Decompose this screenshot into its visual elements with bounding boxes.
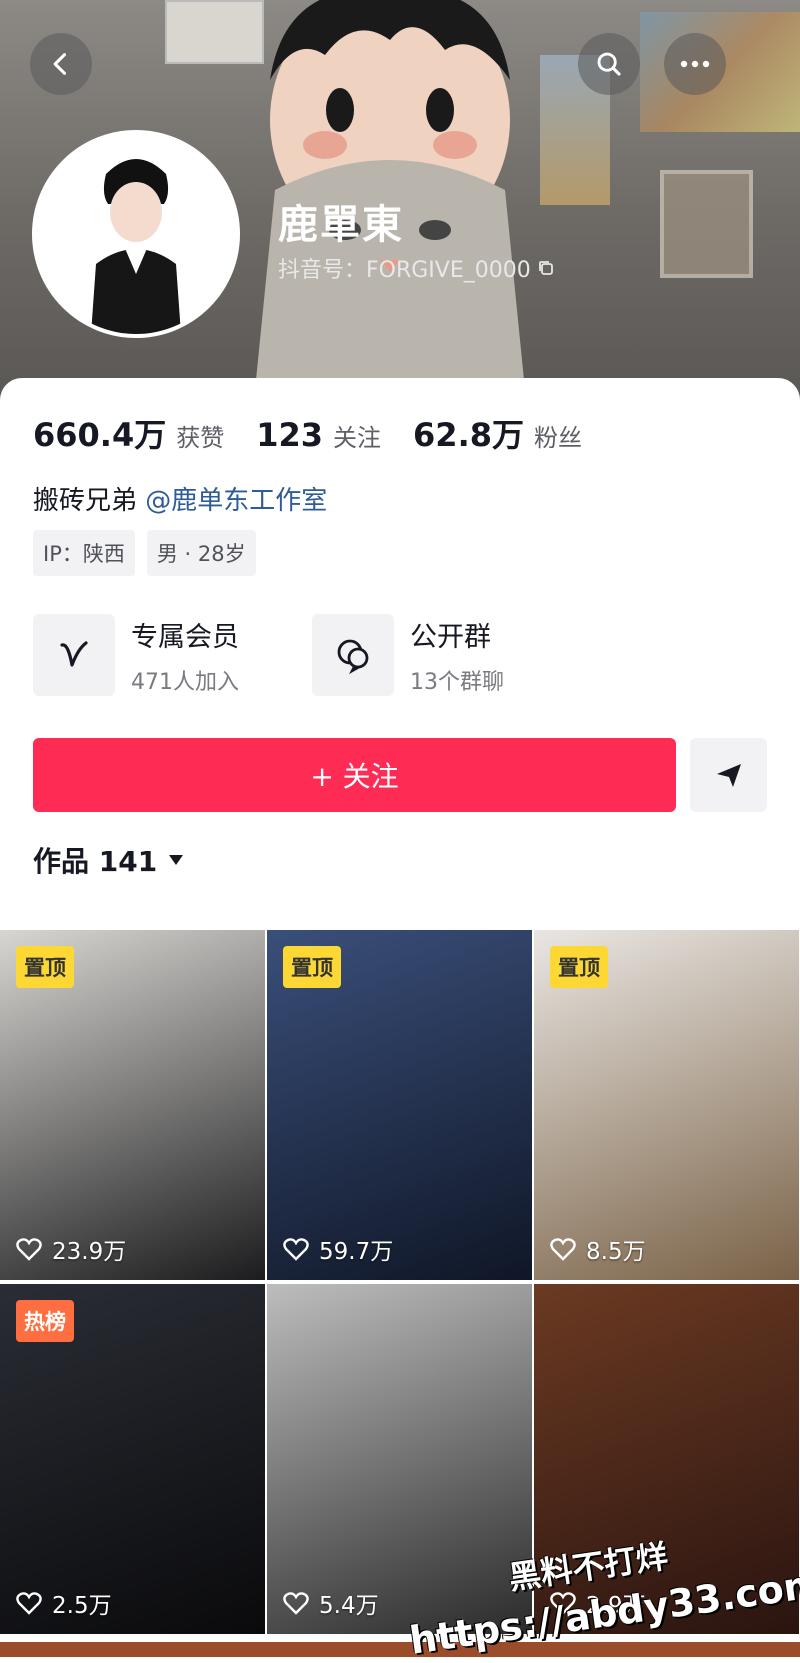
video-grid: 置顶 23.9万 置顶 59.7万 置顶 8.5万 热榜 2.5万 5.4万 2… — [0, 930, 800, 1634]
group-chat-subtitle: 13个群聊 — [410, 669, 504, 695]
tags-row: IP：陕西 男 · 28岁 — [33, 530, 256, 576]
group-chat-entry[interactable]: 公开群 13个群聊 — [312, 614, 504, 696]
v-logo-icon — [60, 641, 88, 667]
video-likes: 23.9万 — [16, 1232, 126, 1266]
profile-name: 鹿單東 — [278, 202, 404, 248]
back-button[interactable] — [30, 33, 92, 95]
membership-title: 专属会员 — [131, 621, 239, 653]
membership-icon-box — [33, 614, 115, 696]
following-count[interactable]: 123 — [256, 416, 323, 454]
avatar-illustration — [36, 134, 236, 334]
likes-count: 5.4万 — [319, 1593, 379, 1619]
more-dots-icon — [680, 60, 710, 68]
stats-row: 660.4万 获赞 123 关注 62.8万 粉丝 — [33, 410, 614, 456]
bio-text: 搬砖兄弟 — [33, 486, 146, 516]
search-icon — [597, 52, 621, 76]
search-button[interactable] — [578, 33, 640, 95]
likes-count: 8.5万 — [586, 1239, 646, 1265]
profile-banner: 鹿單東 抖音号：FORGIVE_0000 — [0, 0, 800, 400]
wall-frame — [660, 170, 753, 278]
video-likes: 8.5万 — [550, 1232, 646, 1266]
pinned-badge: 置顶 — [283, 946, 341, 988]
group-chat-icon-box — [312, 614, 394, 696]
chevron-left-icon — [53, 53, 67, 75]
follow-button[interactable]: + 关注 — [33, 738, 676, 812]
more-button[interactable] — [664, 33, 726, 95]
copy-icon[interactable] — [537, 259, 555, 277]
next-row-thumbnails — [0, 1642, 800, 1657]
video-thumbnail[interactable]: 热榜 2.5万 — [0, 1284, 265, 1634]
bio: 搬砖兄弟 @鹿单东工作室 — [33, 480, 327, 517]
gender-age-tag: 男 · 28岁 — [146, 530, 256, 576]
membership-subtitle: 471人加入 — [131, 669, 239, 695]
heart-icon — [16, 1592, 42, 1615]
pinned-badge: 置顶 — [550, 946, 608, 988]
membership-entry[interactable]: 专属会员 471人加入 — [33, 614, 239, 696]
hot-badge: 热榜 — [16, 1300, 74, 1342]
following-label: 关注 — [333, 424, 382, 452]
video-likes: 2.5万 — [16, 1586, 112, 1620]
likes-label: 获赞 — [176, 424, 225, 452]
pinned-badge: 置顶 — [16, 946, 74, 988]
video-thumbnail[interactable]: 5.4万 — [267, 1284, 532, 1634]
avatar[interactable] — [32, 130, 240, 338]
video-likes: 5.4万 — [283, 1586, 379, 1620]
works-label: 作品 141 — [33, 845, 158, 878]
likes-count: 2.5万 — [52, 1593, 112, 1619]
video-thumbnail[interactable]: 置顶 8.5万 — [534, 930, 799, 1280]
heart-icon — [550, 1238, 576, 1261]
douyin-id[interactable]: 抖音号：FORGIVE_0000 — [278, 252, 555, 284]
ip-tag: IP：陕西 — [33, 530, 135, 576]
chat-bubbles-icon — [337, 639, 369, 675]
caret-down-icon — [169, 855, 184, 865]
works-tab[interactable]: 作品 141 — [33, 840, 185, 880]
followers-count[interactable]: 62.8万 — [413, 410, 524, 456]
profile-card: 660.4万 获赞 123 关注 62.8万 粉丝 搬砖兄弟 @鹿单东工作室 I… — [0, 378, 800, 1657]
bio-mention-link[interactable]: @鹿单东工作室 — [145, 486, 327, 516]
likes-count: 59.7万 — [319, 1239, 394, 1265]
video-likes: 59.7万 — [283, 1232, 393, 1266]
share-button[interactable] — [690, 738, 767, 812]
likes-count: 23.9万 — [52, 1239, 127, 1265]
video-thumbnail[interactable]: 置顶 59.7万 — [267, 930, 532, 1280]
video-thumbnail[interactable]: 置顶 23.9万 — [0, 930, 265, 1280]
followers-label: 粉丝 — [534, 424, 582, 452]
send-icon — [716, 764, 741, 787]
douyin-id-text: 抖音号：FORGIVE_0000 — [278, 258, 531, 283]
heart-icon — [283, 1592, 309, 1615]
group-chat-title: 公开群 — [410, 621, 491, 653]
heart-icon — [16, 1238, 42, 1261]
likes-count[interactable]: 660.4万 — [33, 410, 166, 456]
heart-icon — [283, 1238, 309, 1261]
